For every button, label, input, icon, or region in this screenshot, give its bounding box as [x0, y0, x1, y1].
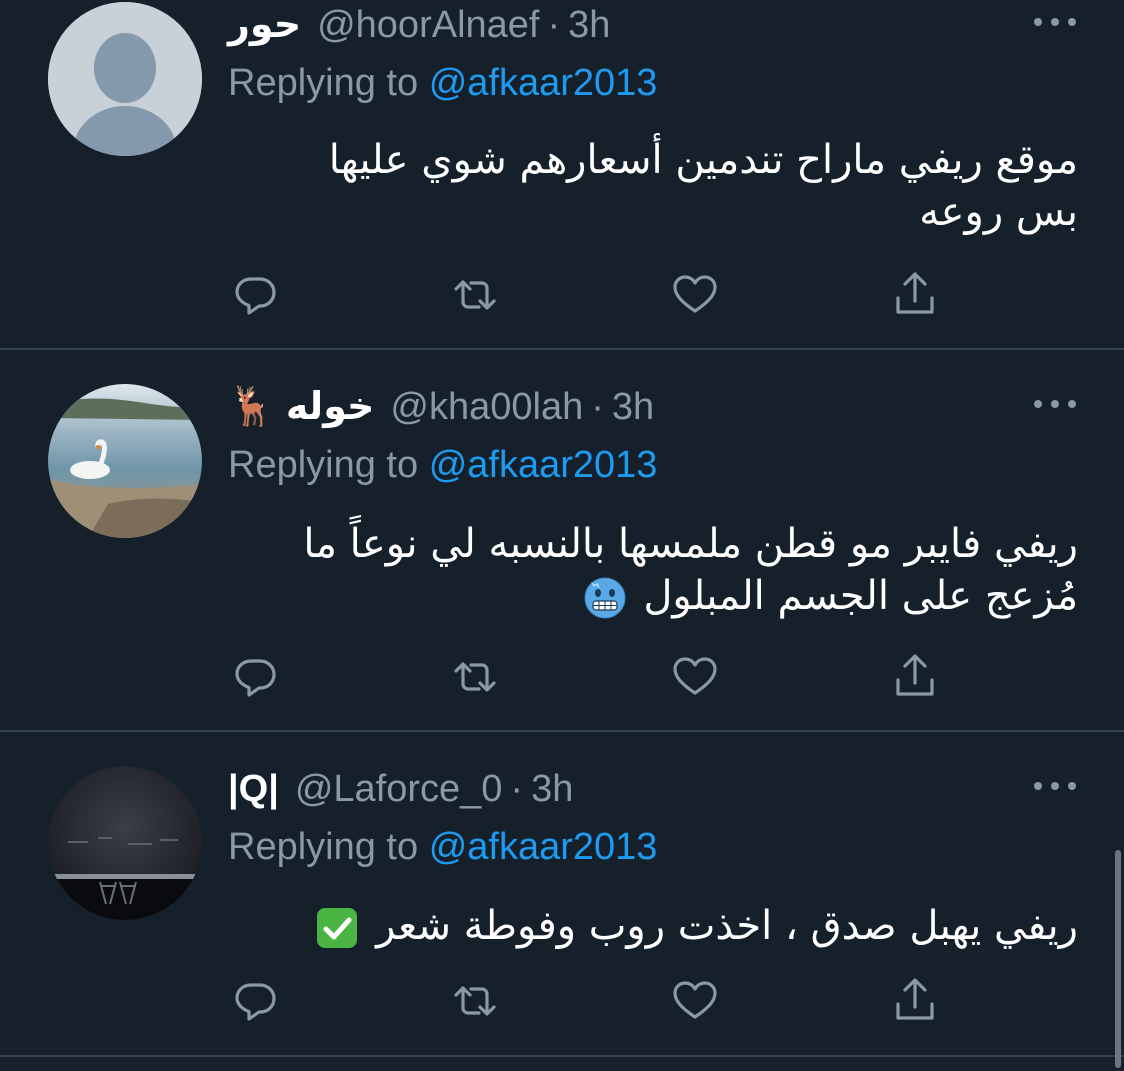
tweet-text-line-content: ريفي يهبل صدق ، اخذت روب وفوطة شعر: [376, 903, 1078, 949]
user-handle[interactable]: @Laforce_0: [295, 764, 503, 814]
tweet-card[interactable]: حور @hoorAlnaef · 3h Replying to @afkaar…: [0, 0, 1124, 350]
reply-icon[interactable]: [230, 976, 280, 1026]
tweet-card[interactable]: |Q| @Laforce_0 · 3h Replying to @afkaar2…: [0, 732, 1124, 1057]
more-options-icon[interactable]: [1034, 776, 1076, 796]
separator-dot: ·: [510, 768, 524, 810]
user-handle[interactable]: @hoorAlnaef: [317, 0, 539, 50]
display-name-text: خوله: [285, 386, 375, 428]
tweet-card[interactable]: خوله 🦌 @kha00lah · 3h Replying to @afkaa…: [0, 350, 1124, 732]
share-icon[interactable]: [890, 270, 940, 320]
like-icon[interactable]: [670, 652, 720, 702]
like-icon[interactable]: [670, 270, 720, 320]
tweet-header: خوله 🦌 @kha00lah · 3h: [228, 382, 654, 432]
user-handle[interactable]: @kha00lah: [390, 382, 583, 432]
default-avatar-icon: [48, 2, 202, 156]
replying-to: Replying to @afkaar2013: [228, 822, 657, 872]
share-icon[interactable]: [890, 652, 940, 702]
tweet-text-line: ريفي يهبل صدق ، اخذت روب وفوطة شعر: [228, 900, 1078, 952]
tweet-header: حور @hoorAlnaef · 3h: [228, 0, 610, 50]
replying-to-label: Replying to: [228, 444, 419, 486]
tweet-text-line: ريفي فايبر مو قطن ملمسها بالنسبه لي نوعا…: [303, 521, 1078, 567]
reply-icon[interactable]: [230, 270, 280, 320]
tweet-header: |Q| @Laforce_0 · 3h: [228, 764, 573, 814]
timestamp[interactable]: 3h: [612, 382, 654, 432]
timestamp[interactable]: 3h: [531, 764, 573, 814]
check-mark-emoji-icon: [317, 908, 358, 948]
tweet-text: ريفي يهبل صدق ، اخذت روب وفوطة شعر: [228, 900, 1078, 952]
retweet-icon[interactable]: [450, 270, 500, 320]
display-name[interactable]: خوله 🦌: [228, 382, 374, 432]
avatar[interactable]: [48, 766, 202, 920]
mention-link[interactable]: @afkaar2013: [429, 444, 658, 486]
display-name[interactable]: حور: [228, 0, 301, 50]
reply-icon[interactable]: [230, 652, 280, 702]
more-options-icon[interactable]: [1034, 394, 1076, 414]
separator-dot: ·: [591, 386, 604, 428]
replying-to: Replying to @afkaar2013: [228, 58, 657, 108]
retweet-icon[interactable]: [450, 652, 500, 702]
share-icon[interactable]: [890, 976, 940, 1026]
tweet-text-line: مُزعج على الجسم المبلول: [228, 570, 1078, 622]
swan-photo-avatar: [48, 384, 202, 538]
night-photo-avatar: [48, 766, 202, 920]
deer-emoji-icon: 🦌: [228, 386, 276, 428]
replying-to-label: Replying to: [228, 826, 419, 868]
mention-link[interactable]: @afkaar2013: [429, 826, 658, 868]
like-icon[interactable]: [670, 976, 720, 1026]
cold-face-emoji-icon: [584, 577, 626, 619]
replying-to: Replying to @afkaar2013: [228, 440, 657, 490]
replying-to-label: Replying to: [228, 62, 419, 104]
more-options-icon[interactable]: [1034, 12, 1076, 32]
display-name[interactable]: |Q|: [228, 764, 279, 814]
mention-link[interactable]: @afkaar2013: [429, 62, 658, 104]
tweet-text-line: موقع ريفي ماراح تندمين أسعارهم شوي عليها: [328, 137, 1078, 183]
tweet-text-line: بس روعه: [919, 189, 1078, 235]
tweet-text-line-content: مُزعج على الجسم المبلول: [643, 573, 1078, 619]
retweet-icon[interactable]: [450, 976, 500, 1026]
separator-dot: ·: [547, 4, 561, 46]
scrollbar[interactable]: [1115, 850, 1121, 1068]
action-bar: [228, 652, 948, 702]
avatar[interactable]: [48, 2, 202, 156]
timestamp[interactable]: 3h: [568, 0, 610, 50]
action-bar: [228, 270, 948, 320]
tweet-text: موقع ريفي ماراح تندمين أسعارهم شوي عليها…: [228, 134, 1078, 238]
avatar[interactable]: [48, 384, 202, 538]
tweet-text: ريفي فايبر مو قطن ملمسها بالنسبه لي نوعا…: [228, 518, 1078, 622]
action-bar: [228, 976, 948, 1026]
